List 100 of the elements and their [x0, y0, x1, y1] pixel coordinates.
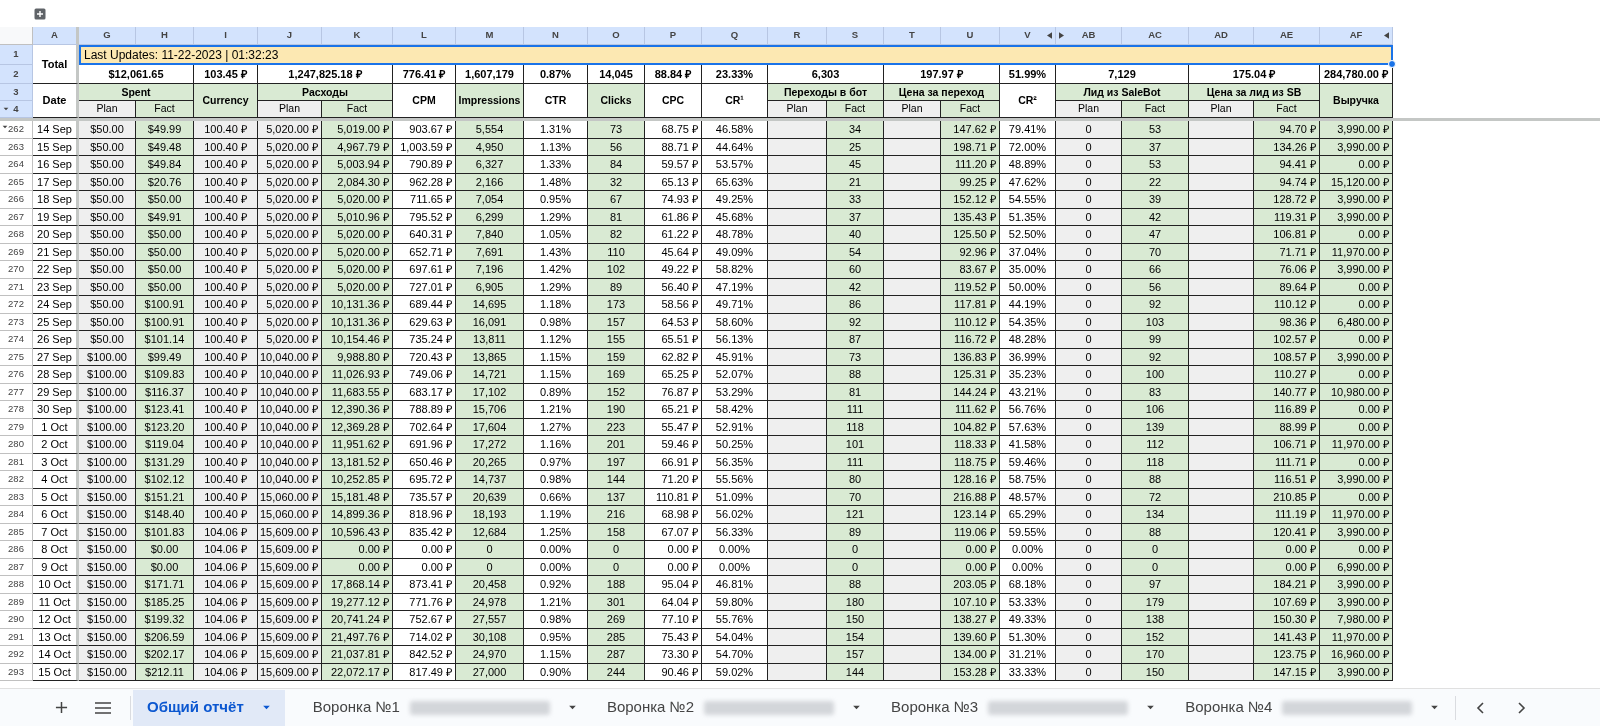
row-number[interactable]: 286	[0, 541, 33, 559]
row-number[interactable]: 2	[0, 65, 33, 84]
column-header[interactable]: O	[588, 27, 645, 45]
column-title: Currency	[194, 84, 258, 118]
sheet-tab[interactable]: Общий отчёт	[133, 689, 285, 726]
table-cell: 5,020.00 ₽	[322, 226, 393, 244]
row-number[interactable]: 290	[0, 611, 33, 629]
table-cell: 138.27 ₽	[941, 611, 1000, 629]
table-cell: 0.00%	[524, 541, 588, 559]
row-number[interactable]: 1	[0, 45, 33, 65]
total-cell: 0.87%	[524, 65, 588, 84]
column-header[interactable]: N	[524, 27, 588, 45]
row-number[interactable]: 270	[0, 261, 33, 279]
table-cell: 123.75 ₽	[1254, 646, 1320, 664]
row-number[interactable]: 262	[0, 121, 33, 139]
row-number[interactable]: 266	[0, 191, 33, 209]
row-number[interactable]: 272	[0, 296, 33, 314]
total-cell: 88.84 ₽	[645, 65, 702, 84]
row-number[interactable]: 264	[0, 156, 33, 174]
table-cell: 100.40 ₽	[194, 261, 258, 279]
row-number[interactable]: 3	[0, 84, 33, 101]
table-cell: 0	[1056, 296, 1122, 314]
table-cell: 100.40 ₽	[194, 436, 258, 454]
table-cell: 287	[588, 646, 645, 664]
column-header[interactable]: G	[79, 27, 136, 45]
table-cell: 60	[827, 261, 884, 279]
row-number[interactable]: 292	[0, 646, 33, 664]
table-cell: 53	[1122, 156, 1189, 174]
row-number[interactable]: 278	[0, 401, 33, 419]
table-cell: 15,609.00 ₽	[258, 646, 322, 664]
column-header[interactable]: S	[827, 27, 884, 45]
column-header[interactable]: AD	[1189, 27, 1254, 45]
row-number[interactable]: 268	[0, 226, 33, 244]
row-number[interactable]: 4	[0, 101, 33, 118]
table-cell: 116.72 ₽	[941, 331, 1000, 349]
table-cell: 0	[456, 541, 524, 559]
column-header[interactable]: K	[322, 27, 393, 45]
column-header[interactable]: A	[33, 27, 79, 45]
chevron-left-icon[interactable]	[1476, 701, 1485, 714]
column-header[interactable]: V	[1000, 27, 1056, 45]
column-header[interactable]: AC	[1122, 27, 1189, 45]
table-cell: 76.06 ₽	[1254, 261, 1320, 279]
triangle-left-icon[interactable]	[1047, 32, 1052, 39]
table-cell: 17,272	[456, 436, 524, 454]
caret-icon	[1430, 705, 1440, 710]
column-header[interactable]: J	[258, 27, 322, 45]
table-cell: 111	[827, 401, 884, 419]
triangle-right-icon[interactable]	[1059, 32, 1064, 39]
expand-icon[interactable]	[33, 7, 46, 20]
column-header[interactable]: R	[768, 27, 827, 45]
table-cell: 100.40 ₽	[194, 296, 258, 314]
table-cell: 80	[827, 471, 884, 489]
triangle-left-icon[interactable]	[1384, 32, 1389, 39]
sheet-tab[interactable]: Воронка №3	[877, 689, 1170, 726]
table-cell: 125.50 ₽	[941, 226, 1000, 244]
column-header[interactable]: L	[393, 27, 456, 45]
selection-handle-icon[interactable]	[1388, 60, 1396, 68]
table-cell: 0	[1056, 191, 1122, 209]
column-header[interactable]: M	[456, 27, 524, 45]
table-cell: 0.00 ₽	[1320, 156, 1393, 174]
subcolumn-title: Fact	[827, 101, 884, 118]
table-cell: 111.62 ₽	[941, 401, 1000, 419]
table-cell: 49.22 ₽	[645, 261, 702, 279]
table-cell: 97	[1122, 576, 1189, 594]
table-cell: 21,037.81 ₽	[322, 646, 393, 664]
table-cell: 67	[588, 191, 645, 209]
column-header[interactable]: I	[194, 27, 258, 45]
table-cell: 0.00%	[1000, 541, 1056, 559]
column-header[interactable]: T	[884, 27, 941, 45]
total-cell: 1,247,825.18 ₽	[258, 65, 393, 84]
row-number[interactable]: 276	[0, 366, 33, 384]
table-cell: 203.05 ₽	[941, 576, 1000, 594]
table-cell: 1.31%	[524, 121, 588, 139]
table-cell: 144	[588, 471, 645, 489]
table-cell: 8 Oct	[33, 541, 79, 559]
sheet-tab[interactable]: Воронка №2	[592, 689, 876, 726]
table-cell: 152.12 ₽	[941, 191, 1000, 209]
row-number[interactable]: 282	[0, 471, 33, 489]
column-title: Лид из SaleBot	[1056, 84, 1189, 101]
row-number[interactable]: 274	[0, 331, 33, 349]
column-header[interactable]: AE	[1254, 27, 1320, 45]
column-header[interactable]: U	[941, 27, 1000, 45]
column-header[interactable]: H	[136, 27, 194, 45]
table-cell: $49.84	[136, 156, 194, 174]
row-number[interactable]: 280	[0, 436, 33, 454]
table-cell: 1.42%	[524, 261, 588, 279]
column-header[interactable]: AB	[1056, 27, 1122, 45]
sheet-tab[interactable]: Воронка №4	[1171, 689, 1454, 726]
chevron-right-icon[interactable]	[1518, 701, 1527, 714]
column-title: CR¹	[702, 84, 768, 118]
column-header[interactable]: Q	[702, 27, 768, 45]
table-cell: 111.20 ₽	[941, 156, 1000, 174]
row-number[interactable]: 284	[0, 506, 33, 524]
total-cell: 23.33%	[702, 65, 768, 84]
column-header[interactable]: P	[645, 27, 702, 45]
column-header[interactable]: AF	[1320, 27, 1393, 45]
table-cell: 818.96 ₽	[393, 506, 456, 524]
sheet-tab[interactable]: Воронка №1	[298, 689, 591, 726]
row-number[interactable]: 288	[0, 576, 33, 594]
table-cell: 1.12%	[524, 331, 588, 349]
